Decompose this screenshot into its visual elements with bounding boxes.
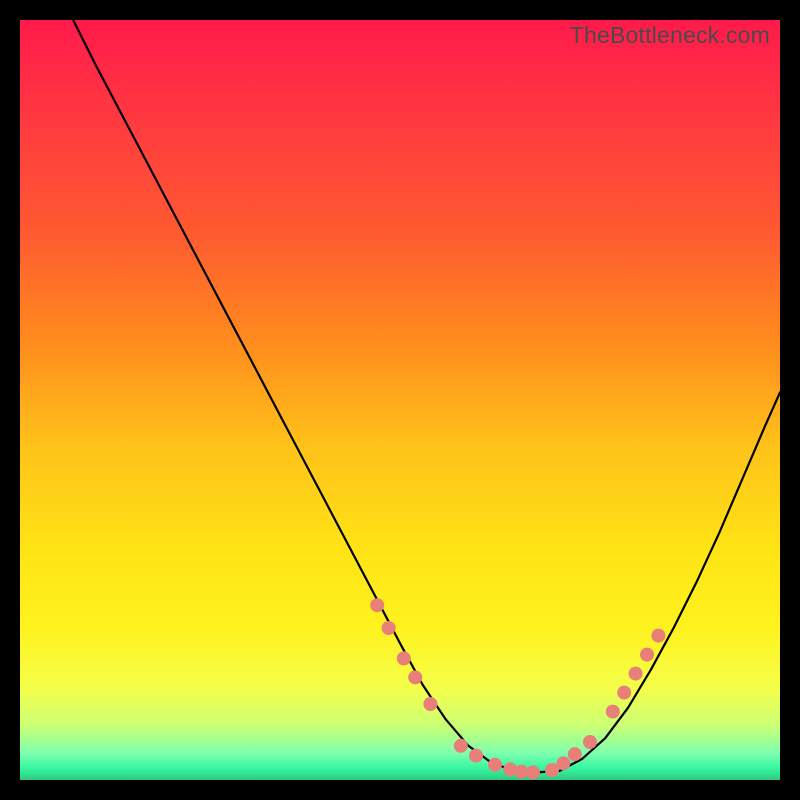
curve-marker [397,651,411,665]
curve-marker [556,756,570,770]
curve-marker [454,739,468,753]
curve-marker [423,697,437,711]
curve-marker [488,758,502,772]
curve-marker [629,667,643,681]
curve-marker [370,598,384,612]
curve-marker [583,735,597,749]
curve-marker [568,747,582,761]
curve-marker [606,705,620,719]
curve-svg [20,20,780,780]
curve-marker [617,686,631,700]
bottleneck-curve-path [73,20,780,772]
curve-marker [640,648,654,662]
marker-group [370,598,665,779]
curve-marker [382,621,396,635]
curve-marker [526,765,540,779]
chart-frame: TheBottleneck.com [20,20,780,780]
curve-marker [651,629,665,643]
curve-marker [408,670,422,684]
watermark-text: TheBottleneck.com [570,22,770,49]
curve-marker [469,749,483,763]
